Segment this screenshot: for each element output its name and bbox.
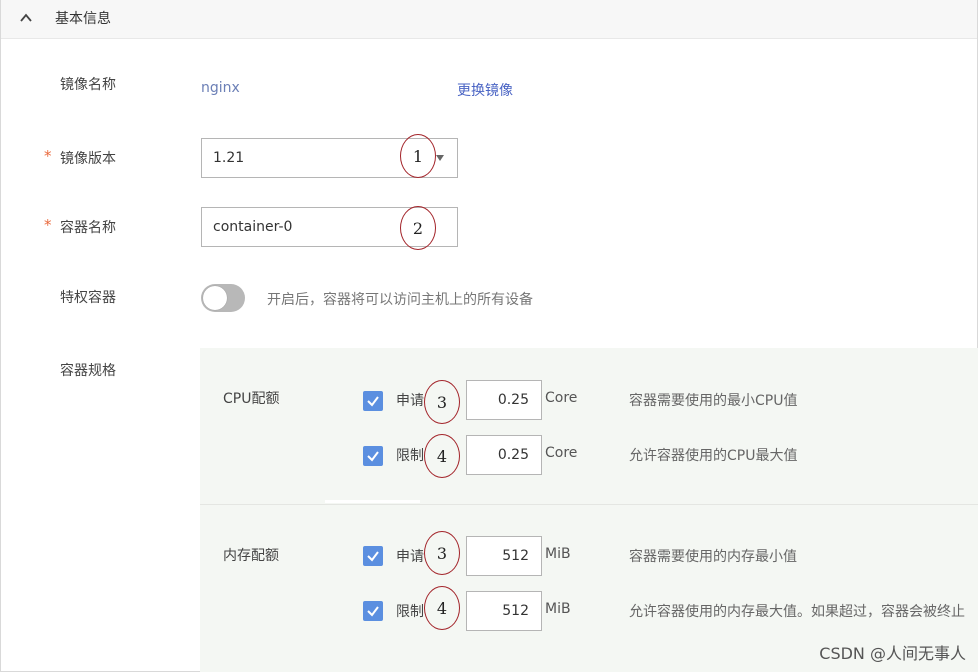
divider-highlight <box>325 500 420 503</box>
image-version-value: 1.21 <box>213 150 245 166</box>
memory-request-label: 申请 <box>396 549 424 565</box>
memory-limit-desc: 允许容器使用的内存最大值。如果超过，容器会被终止 <box>629 604 965 620</box>
memory-quota-title: 内存配额 <box>223 548 279 564</box>
section-title: 基本信息 <box>55 11 111 27</box>
required-mark: * <box>44 216 52 234</box>
memory-request-checkbox[interactable] <box>363 546 383 566</box>
cpu-request-input[interactable]: 0.25 <box>466 380 542 420</box>
cpu-request-desc: 容器需要使用的最小CPU值 <box>629 393 798 409</box>
spec-panel <box>200 348 978 672</box>
toggle-knob <box>203 286 227 310</box>
image-name-value: nginx <box>201 80 240 96</box>
spec-label: 容器规格 <box>60 363 116 379</box>
check-icon <box>367 451 379 462</box>
memory-limit-unit: MiB <box>545 601 571 617</box>
annotation-circle-2: 2 <box>400 206 436 250</box>
watermark: CSDN @人间无事人 <box>819 644 966 663</box>
cpu-request-label: 申请 <box>396 393 424 409</box>
image-name-label: 镜像名称 <box>60 77 116 93</box>
cpu-limit-unit: Core <box>545 445 578 461</box>
cpu-limit-desc: 允许容器使用的CPU最大值 <box>629 448 798 464</box>
annotation-circle-1: 1 <box>400 134 436 178</box>
privileged-hint: 开启后，容器将可以访问主机上的所有设备 <box>267 292 533 308</box>
cpu-request-unit: Core <box>545 390 578 406</box>
memory-request-input[interactable]: 512 <box>466 536 542 576</box>
memory-limit-checkbox[interactable] <box>363 601 383 621</box>
cpu-limit-label: 限制 <box>396 448 424 464</box>
image-version-label: 镜像版本 <box>60 151 116 167</box>
required-mark: * <box>44 147 52 165</box>
memory-limit-input[interactable]: 512 <box>466 591 542 631</box>
check-icon <box>367 551 379 562</box>
annotation-circle-4: 4 <box>424 586 460 630</box>
spec-divider <box>200 504 978 505</box>
container-name-value: container-0 <box>213 219 293 235</box>
memory-request-desc: 容器需要使用的内存最小值 <box>629 549 797 565</box>
check-icon <box>367 396 379 407</box>
check-icon <box>367 606 379 617</box>
caret-down-icon[interactable] <box>436 155 444 161</box>
annotation-circle-4: 4 <box>424 434 460 478</box>
container-name-label: 容器名称 <box>60 220 116 236</box>
cpu-limit-checkbox[interactable] <box>363 446 383 466</box>
change-image-link[interactable]: 更换镜像 <box>457 80 513 100</box>
annotation-circle-3: 3 <box>424 531 460 575</box>
section-header[interactable] <box>1 0 977 39</box>
memory-request-unit: MiB <box>545 546 571 562</box>
chevron-up-icon[interactable] <box>18 10 34 26</box>
annotation-circle-3: 3 <box>424 380 460 424</box>
privileged-label: 特权容器 <box>60 290 116 306</box>
privileged-toggle[interactable] <box>201 284 245 312</box>
memory-limit-label: 限制 <box>396 604 424 620</box>
cpu-request-checkbox[interactable] <box>363 391 383 411</box>
cpu-quota-title: CPU配额 <box>223 391 280 407</box>
cpu-limit-input[interactable]: 0.25 <box>466 435 542 475</box>
